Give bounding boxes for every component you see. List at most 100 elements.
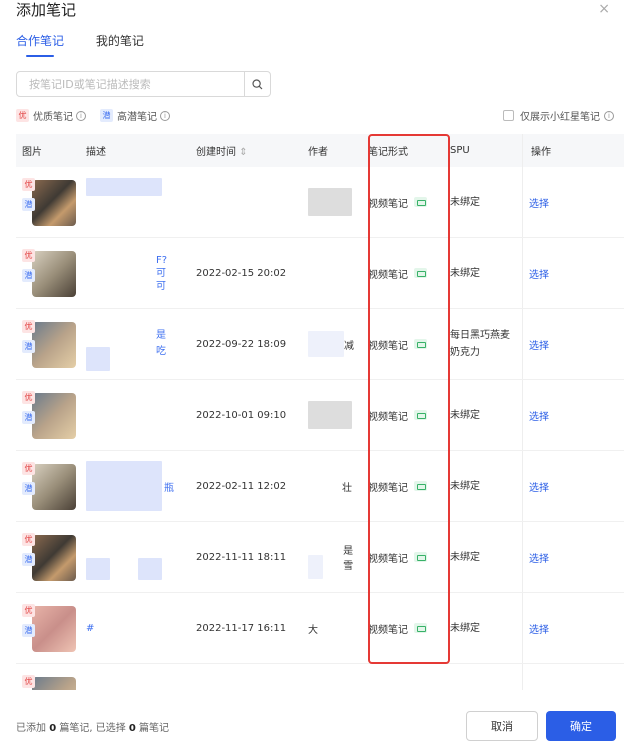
quality-badge: 优 (22, 675, 35, 688)
quality-badge: 优 (22, 320, 35, 333)
cell-image: 优 潜 (16, 167, 80, 237)
spu-text: 未绑定 (450, 480, 480, 492)
time-text: 2022-02-15 20:02 (196, 267, 287, 279)
cell-author (302, 167, 362, 237)
cell-image: 优 潜 (16, 522, 80, 592)
cell-time (190, 664, 302, 690)
desc-text: 瓶 (164, 482, 174, 494)
tab-my-notes[interactable]: 我的笔记 (96, 32, 144, 55)
video-icon (414, 339, 427, 349)
cell-desc: # (80, 593, 190, 663)
search-input[interactable] (17, 72, 244, 96)
select-link[interactable]: 选择 (529, 479, 549, 494)
select-link[interactable]: 选择 (529, 266, 549, 281)
cell-form: 视频笔记 (362, 238, 444, 308)
selected-count: 0 (128, 723, 136, 734)
table-row: 优 潜 视频笔记 未绑定 选择 (16, 167, 624, 238)
spu-text: 未绑定 (450, 196, 480, 208)
select-link[interactable]: 选择 (529, 408, 549, 423)
cell-form: 视频笔记 (362, 451, 444, 521)
close-icon[interactable]: × (598, 1, 610, 17)
form-text: 视频笔记 (368, 624, 408, 636)
cell-desc: 瓶 (80, 451, 190, 521)
time-text: 2022-10-01 09:10 (196, 409, 287, 421)
cell-image: 优 潜 (16, 451, 80, 521)
video-icon (414, 268, 427, 278)
cell-image: 优 潜 (16, 238, 80, 308)
cancel-button[interactable]: 取消 (466, 711, 538, 741)
table-row: 优 这. (16, 664, 624, 690)
cell-desc: 是 吃 (80, 309, 190, 379)
added-prefix: 已添加 (16, 723, 50, 734)
cell-op: 选择 (522, 451, 622, 521)
cell-spu: 未绑定 (444, 167, 522, 237)
potential-badge: 潜 (22, 624, 35, 637)
note-thumbnail (32, 535, 76, 581)
spu-text: 未绑定 (450, 409, 480, 421)
info-icon[interactable]: i (604, 110, 614, 121)
cell-op: 选择 (522, 167, 622, 237)
cell-desc (80, 380, 190, 450)
only-red-checkbox[interactable] (503, 110, 514, 121)
table-header: 图片 描述 创建时间 ⇕ 作者 笔记形式 SPU 操作 (16, 134, 624, 167)
quality-label: 优质笔记 (33, 112, 73, 123)
cell-desc: F? 可可 (80, 238, 190, 308)
legend: 优 优质笔记 i 潜 高潜笔记 i (16, 108, 184, 123)
only-red-filter[interactable]: 仅展示小红星笔记 i (503, 108, 614, 123)
cell-author (302, 380, 362, 450)
cell-form: 视频笔记 (362, 593, 444, 663)
cell-author: 减 (302, 309, 362, 379)
search-button[interactable] (244, 72, 270, 96)
form-text: 视频笔记 (368, 482, 408, 494)
cell-op (522, 664, 622, 690)
cell-form: 视频笔记 (362, 380, 444, 450)
th-spu: SPU (450, 145, 470, 156)
video-icon (414, 197, 427, 207)
potential-badge: 潜 (22, 340, 35, 353)
table-row: 优 潜 是 吃 2022-09-22 18:09 减 视频笔记 每日黑巧燕麦奶克… (16, 309, 624, 380)
note-thumbnail (32, 393, 76, 439)
cell-time: 2022-02-15 20:02 (190, 238, 302, 308)
dialog-footer: 已添加 0 篇笔记, 已选择 0 篇笔记 取消 确定 (0, 705, 624, 743)
cell-desc (80, 167, 190, 237)
quality-badge: 优 (22, 391, 35, 404)
tab-cooperation-notes[interactable]: 合作笔记 (16, 32, 64, 57)
select-link[interactable]: 选择 (529, 195, 549, 210)
desc-text: F? 可可 (156, 254, 168, 292)
note-thumbnail (32, 251, 76, 297)
video-icon (414, 481, 427, 491)
select-link[interactable]: 选择 (529, 550, 549, 565)
spu-text: 未绑定 (450, 551, 480, 563)
th-form: 笔记形式 (368, 147, 408, 158)
cell-author: 是雪 (302, 522, 362, 592)
cell-author (302, 238, 362, 308)
select-link[interactable]: 选择 (529, 337, 549, 352)
potential-badge: 潜 (22, 482, 35, 495)
search-icon (252, 78, 263, 89)
sort-icon[interactable]: ⇕ (239, 147, 247, 158)
table-row: 优 潜 2022-10-01 09:10 视频笔记 未绑定 选择 (16, 380, 624, 451)
potential-badge: 潜 (22, 411, 35, 424)
cell-form: 视频笔记 (362, 167, 444, 237)
spu-text: 未绑定 (450, 622, 480, 634)
confirm-button[interactable]: 确定 (546, 711, 616, 741)
info-icon[interactable]: i (76, 110, 86, 121)
potential-badge: 潜 (100, 109, 113, 122)
added-suffix: 篇笔记, (56, 723, 93, 734)
th-time[interactable]: 创建时间 ⇕ (190, 143, 302, 158)
time-text: 2022-09-22 18:09 (196, 338, 287, 350)
selection-summary: 已添加 0 篇笔记, 已选择 0 篇笔记 (16, 719, 169, 734)
cell-op: 选择 (522, 522, 622, 592)
cell-image: 优 潜 (16, 309, 80, 379)
info-icon[interactable]: i (160, 110, 170, 121)
author-text: 减 (344, 340, 354, 352)
quality-badge: 优 (22, 178, 35, 191)
time-text: 2022-11-11 18:11 (196, 551, 287, 563)
note-thumbnail (32, 464, 76, 510)
spu-text: 每日黑巧燕麦奶克力 (450, 330, 510, 358)
search-box (16, 71, 271, 97)
select-link[interactable]: 选择 (529, 621, 549, 636)
cell-desc (80, 522, 190, 592)
cell-spu: 未绑定 (444, 451, 522, 521)
cell-form: 视频笔记 (362, 522, 444, 592)
